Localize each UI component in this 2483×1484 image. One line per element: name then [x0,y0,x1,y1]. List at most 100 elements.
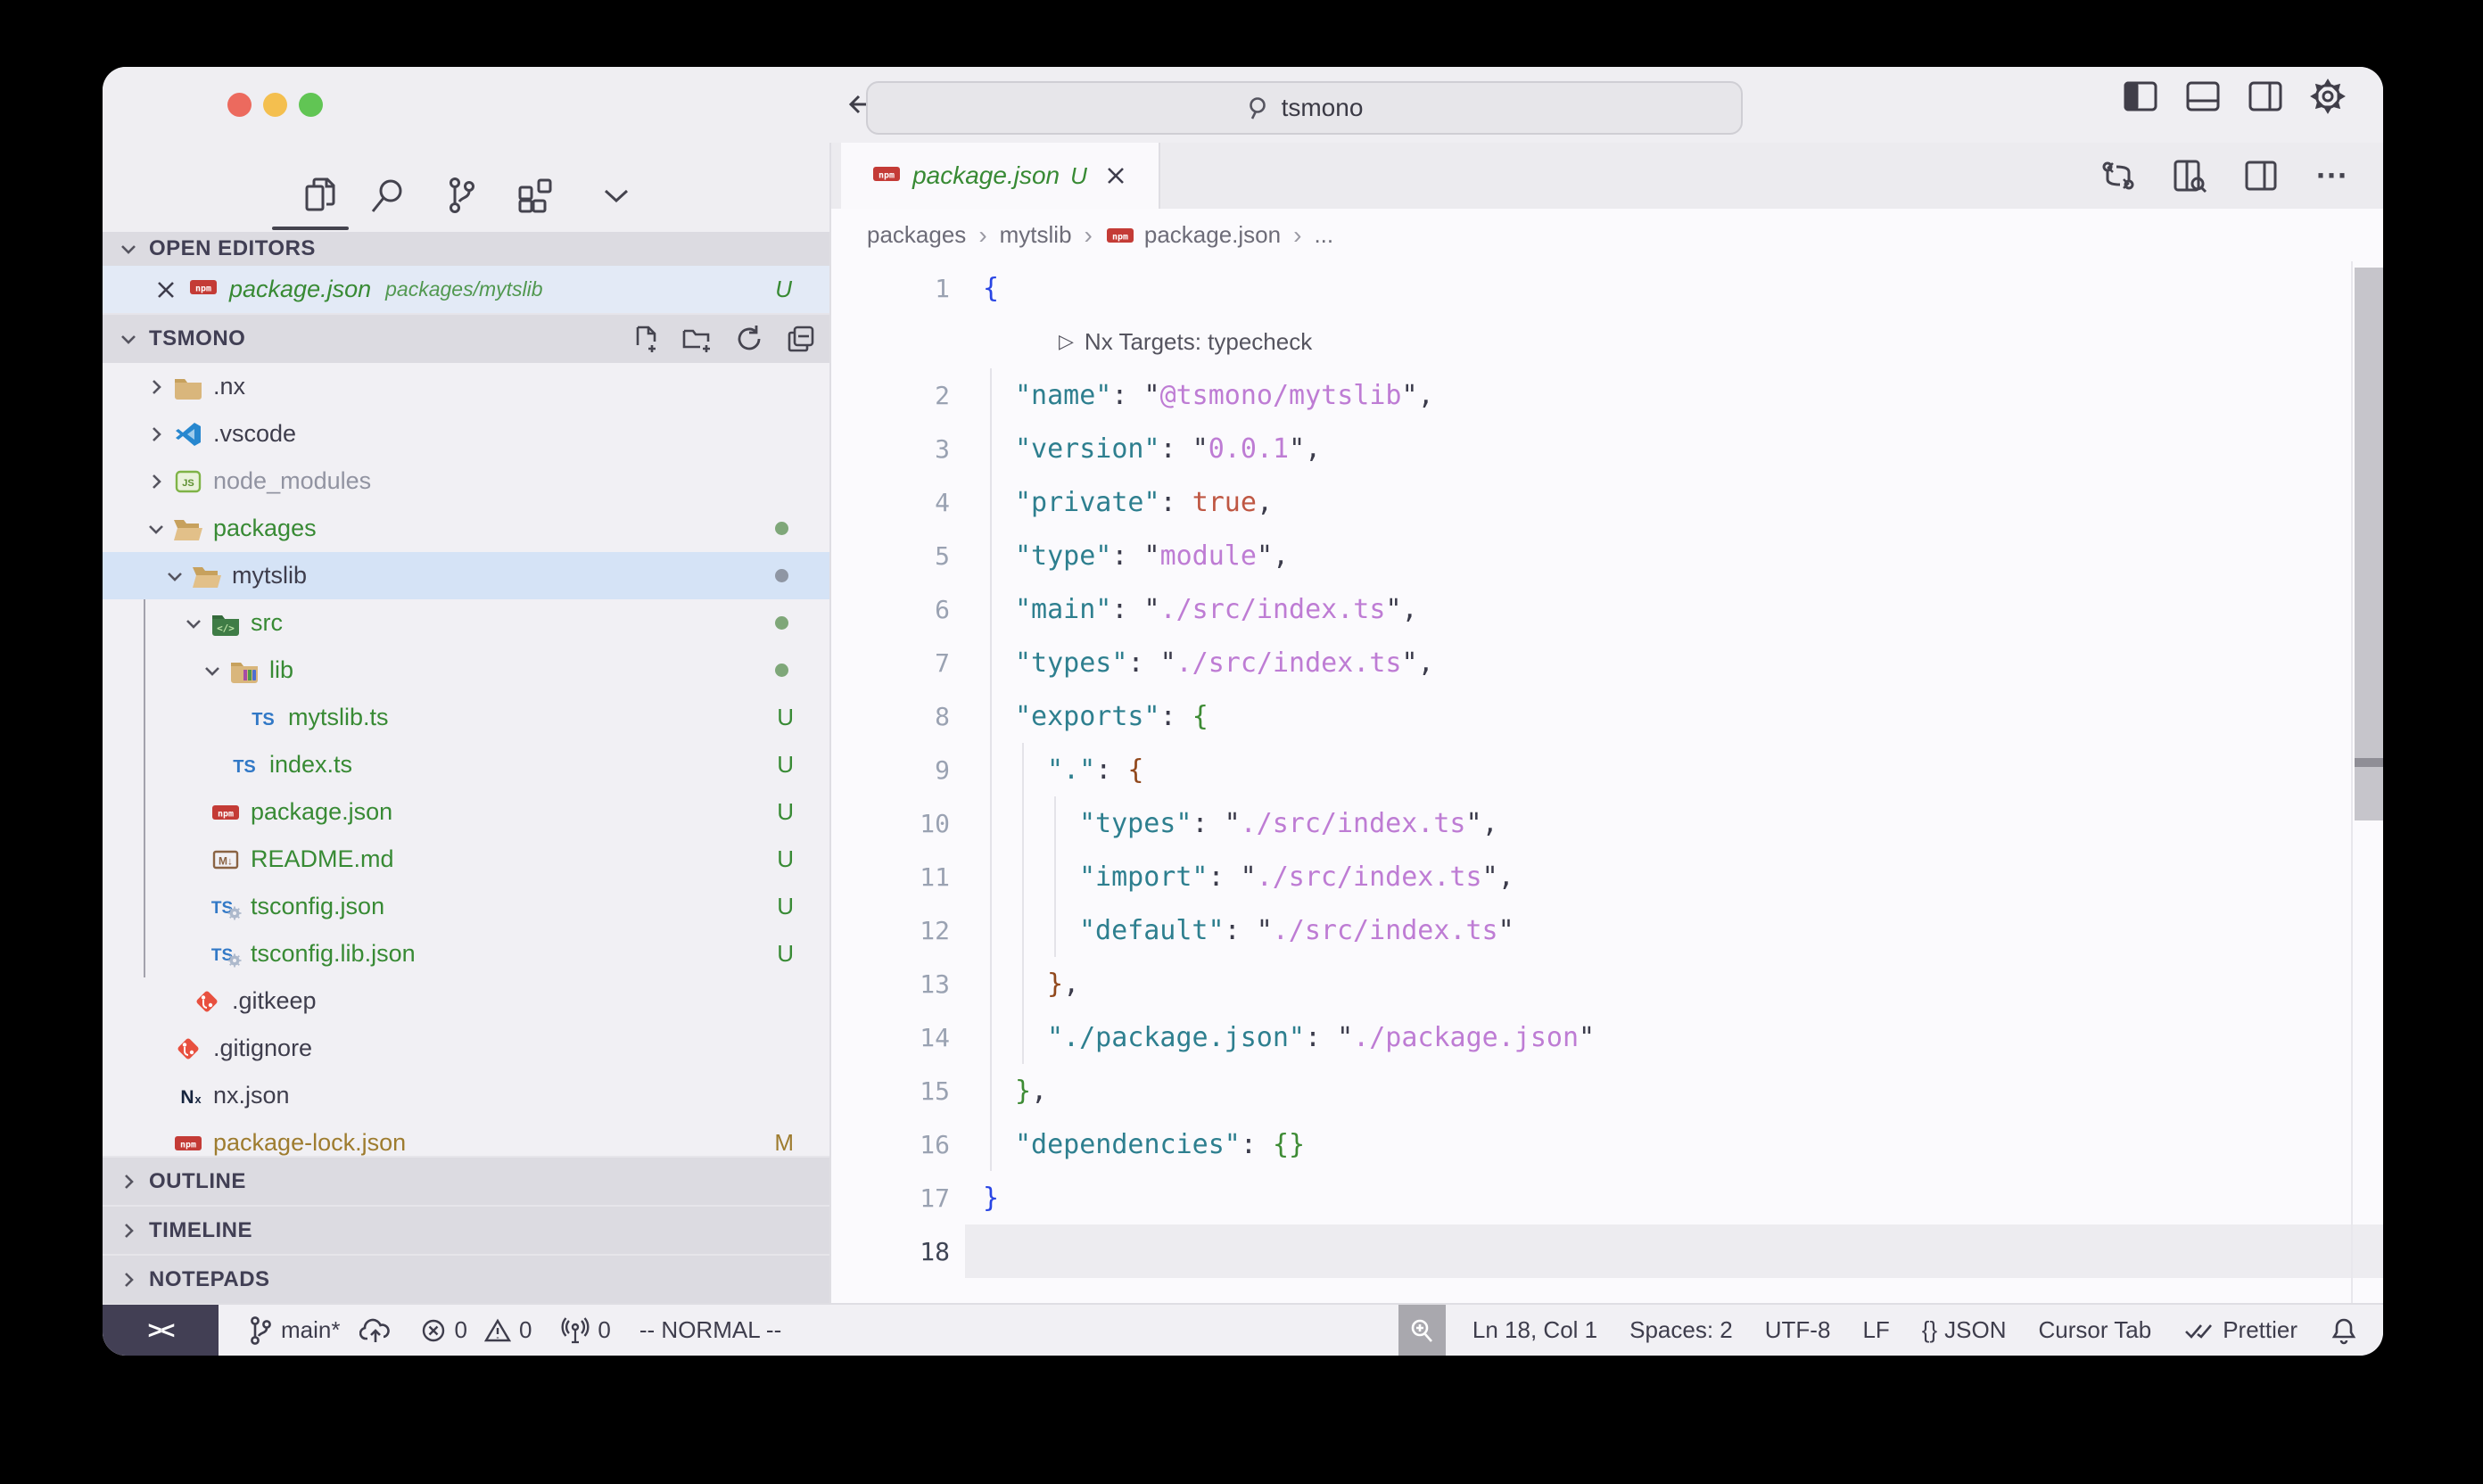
encoding-status[interactable]: UTF-8 [1765,1316,1831,1344]
code-line-13[interactable]: 13}, [831,957,2383,1010]
code-line-17[interactable]: 17} [831,1171,2383,1224]
cursor-tab-status[interactable]: Cursor Tab [2039,1316,2152,1344]
explorer-section-header[interactable]: TSMONO [103,313,829,363]
explorer-icon[interactable] [301,175,342,216]
language-mode-status[interactable]: {} JSON [1922,1316,2007,1344]
formatter-status[interactable]: Prettier [2183,1316,2297,1344]
code-line-3[interactable]: 3"version": "0.0.1", [831,422,2383,475]
maximize-window-button[interactable] [299,93,323,117]
code-line-1[interactable]: 1{ [831,261,2383,315]
tree-item-src[interactable]: </>src [103,599,829,647]
extensions-icon[interactable] [515,175,556,216]
new-file-icon[interactable] [630,323,662,355]
code-line-2[interactable]: 2"name": "@tsmono/mytslib", [831,368,2383,422]
open-editors-header[interactable]: OPEN EDITORS [103,232,829,266]
refresh-icon[interactable] [733,323,765,355]
remote-indicator[interactable]: >< [103,1305,219,1356]
toggle-panel-icon[interactable] [2183,77,2223,116]
notifications-bell-icon[interactable] [2330,1315,2358,1346]
source-control-icon[interactable] [441,175,482,216]
breadcrumb-item[interactable]: mytslib [1000,221,1072,249]
search-view-icon[interactable] [367,175,408,216]
remote-icon: >< [148,1316,174,1345]
chevron-down-icon[interactable] [196,660,228,681]
minimize-window-button[interactable] [263,93,287,117]
feedback-status[interactable]: 0 [560,1316,610,1345]
vim-mode-indicator[interactable]: -- NORMAL -- [639,1316,781,1344]
tree-item-readme-md[interactable]: M↓README.mdU [103,836,829,883]
tree-item-tsconfig-json[interactable]: TStsconfig.jsonU [103,883,829,930]
svg-text:JS: JS [182,478,194,489]
cursor-position-status[interactable]: Ln 18, Col 1 [1472,1316,1597,1344]
tree-item-mytslib[interactable]: mytslib [103,552,829,599]
code-line-11[interactable]: 11"import": "./src/index.ts", [831,850,2383,903]
tab-package-json[interactable]: npm package.json U [841,143,1160,209]
code-line-6[interactable]: 6"main": "./src/index.ts", [831,582,2383,636]
code-line-18[interactable]: 18 [831,1224,2383,1278]
git-branch-status[interactable]: main* [247,1315,392,1346]
tree-item--vscode[interactable]: .vscode [103,410,829,458]
scrollbar-thumb[interactable] [2355,268,2383,820]
close-window-button[interactable] [227,93,252,117]
tab-close-icon[interactable] [1103,163,1128,188]
code-line-5[interactable]: 5"type": "module", [831,529,2383,582]
tree-item-package-json[interactable]: npmpackage.jsonU [103,788,829,836]
git-status-badge: U [777,704,794,731]
additional-views-chevron-icon[interactable] [596,175,637,216]
breadcrumb-item[interactable]: ... [1314,221,1333,249]
codelens-nx-targets[interactable]: ▷Nx Targets: typecheck [965,328,1312,356]
tree-item-lib[interactable]: lib [103,647,829,694]
outline-section-header[interactable]: OUTLINE [103,1156,829,1205]
tree-item--nx[interactable]: .nx [103,363,829,410]
timeline-section-header[interactable]: TIMELINE [103,1205,829,1254]
editor-scrollbar[interactable] [2351,261,2383,1303]
code-line-10[interactable]: 10"types": "./src/index.ts", [831,796,2383,850]
open-changes-icon[interactable] [2099,157,2137,194]
tree-item-mytslib-ts[interactable]: TSmytslib.tsU [103,694,829,741]
git-icon [172,1033,204,1065]
chevron-right-icon[interactable] [140,376,172,398]
split-editor-icon[interactable] [2242,157,2280,194]
collapse-all-icon[interactable] [785,323,817,355]
code-line-12[interactable]: 12"default": "./src/index.ts" [831,903,2383,957]
toggle-sidebar-icon[interactable] [2121,77,2160,116]
code-line-16[interactable]: 16"dependencies": {} [831,1117,2383,1171]
open-preview-icon[interactable] [2171,157,2208,194]
chevron-down-icon[interactable] [159,565,191,587]
tree-item--gitignore[interactable]: .gitignore [103,1025,829,1072]
new-folder-icon[interactable] [681,323,714,355]
tree-item-tsconfig-lib-json[interactable]: TStsconfig.lib.jsonU [103,930,829,977]
zoom-indicator[interactable] [1398,1305,1446,1356]
notepads-section-header[interactable]: NOTEPADS [103,1254,829,1303]
chevron-down-icon[interactable] [177,613,210,634]
breadcrumb-item[interactable]: packages [867,221,966,249]
chevron-right-icon[interactable] [140,424,172,445]
code-line-4[interactable]: 4"private": true, [831,475,2383,529]
codelens-row[interactable]: ▷Nx Targets: typecheck [831,315,2383,368]
chevron-right-icon[interactable] [140,471,172,492]
tree-item-package-lock-json[interactable]: npmpackage-lock.jsonM [103,1119,829,1156]
tree-item-packages[interactable]: packages [103,505,829,552]
close-editor-icon[interactable] [154,278,177,301]
tree-item-nx-json[interactable]: Nxnx.json [103,1072,829,1119]
open-editor-item[interactable]: npm package.json packages/mytslib U [103,266,829,313]
code-line-7[interactable]: 7"types": "./src/index.ts", [831,636,2383,689]
code-editor[interactable]: 1{ ▷Nx Targets: typecheck 2"name": "@tsmon… [831,261,2383,1303]
chevron-down-icon[interactable] [140,518,172,540]
more-actions-icon[interactable]: ··· [2314,157,2351,194]
indentation-status[interactable]: Spaces: 2 [1629,1316,1733,1344]
command-center-search[interactable]: tsmono [866,81,1743,135]
tree-item--gitkeep[interactable]: .gitkeep [103,977,829,1025]
eol-status[interactable]: LF [1862,1316,1889,1344]
code-line-9[interactable]: 9".": { [831,743,2383,796]
breadcrumb-item[interactable]: package.json [1144,221,1281,249]
tree-item-node-modules[interactable]: JS node_modules [103,458,829,505]
code-line-8[interactable]: 8"exports": { [831,689,2383,743]
code-line-15[interactable]: 15}, [831,1064,2383,1117]
split-editor-layout-icon[interactable] [2246,77,2285,116]
tree-item-index-ts[interactable]: TSindex.tsU [103,741,829,788]
problems-status[interactable]: 0 0 [420,1316,532,1344]
settings-gear-icon[interactable] [2308,77,2347,116]
code-line-14[interactable]: 14"./package.json": "./package.json" [831,1010,2383,1064]
tree-item-label: node_modules [213,467,371,495]
